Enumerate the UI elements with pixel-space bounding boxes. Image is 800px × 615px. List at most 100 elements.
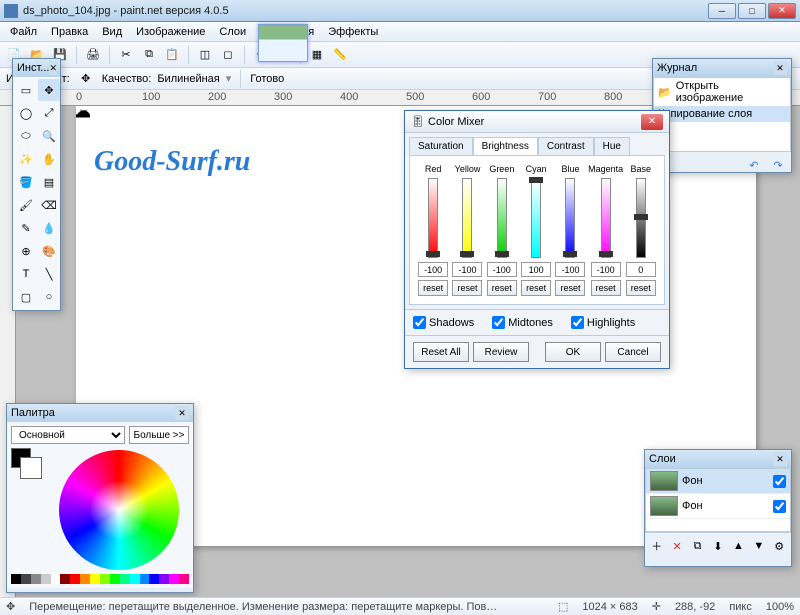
- zoom-tool[interactable]: 🔍: [38, 125, 60, 147]
- palette-panel[interactable]: Палитра✕ Основной Больше >>: [6, 403, 194, 593]
- slider-reset-button[interactable]: reset: [452, 280, 482, 296]
- text-tool[interactable]: T: [15, 263, 37, 285]
- image-thumbnail[interactable]: [258, 24, 308, 62]
- history-undo-icon[interactable]: ↶: [744, 155, 764, 175]
- slider-value-input[interactable]: [452, 262, 482, 277]
- lasso-tool[interactable]: ◯: [15, 102, 37, 124]
- maximize-button[interactable]: □: [738, 3, 766, 19]
- color-mode-select[interactable]: Основной: [11, 426, 125, 444]
- tab-contrast[interactable]: Contrast: [538, 137, 594, 155]
- picker-tool[interactable]: 💧: [38, 217, 60, 239]
- ellipse-tool[interactable]: ○: [38, 286, 60, 308]
- cut-button[interactable]: ✂: [116, 45, 136, 65]
- grid-button[interactable]: ▦: [307, 45, 327, 65]
- history-close-icon[interactable]: ✕: [773, 61, 787, 75]
- menu-view[interactable]: Вид: [96, 24, 128, 40]
- eraser-tool[interactable]: ⌫: [38, 194, 60, 216]
- ellipse-select-tool[interactable]: ⬭: [15, 125, 37, 147]
- slider-value-input[interactable]: [487, 262, 517, 277]
- slider-value-input[interactable]: [418, 262, 448, 277]
- add-layer-icon[interactable]: ＋: [648, 536, 665, 556]
- minimize-button[interactable]: ─: [708, 3, 736, 19]
- palette-more-button[interactable]: Больше >>: [129, 426, 189, 444]
- recolor-tool[interactable]: 🎨: [38, 240, 60, 262]
- slider-reset-button[interactable]: reset: [418, 280, 448, 296]
- slider-reset-button[interactable]: reset: [626, 280, 656, 296]
- menu-layers[interactable]: Слои: [213, 24, 252, 40]
- status-zoom[interactable]: 100%: [766, 601, 794, 613]
- slider-value-input[interactable]: [555, 262, 585, 277]
- cancel-button[interactable]: Cancel: [605, 342, 661, 362]
- color-wheel[interactable]: [59, 450, 179, 570]
- tools-panel[interactable]: Инст...✕ ▭ ✥ ◯ ⤢ ⬭ 🔍 ✨ ✋ 🪣 ▤ 🖌 ⌫ ✎ 💧 ⊕ 🎨…: [12, 58, 61, 311]
- slider-green[interactable]: Green reset: [487, 164, 517, 296]
- history-item[interactable]: 📂Открыть изображение: [654, 78, 790, 106]
- ruler-button[interactable]: 📏: [330, 45, 350, 65]
- pencil-tool[interactable]: ✎: [15, 217, 37, 239]
- color-mixer-dialog[interactable]: 🎚 Color Mixer✕ Saturation Brightness Con…: [404, 110, 670, 369]
- slider-reset-button[interactable]: reset: [555, 280, 585, 296]
- ok-button[interactable]: OK: [545, 342, 601, 362]
- slider-blue[interactable]: Blue reset: [555, 164, 585, 296]
- rect-select-tool[interactable]: ▭: [15, 79, 37, 101]
- gradient-tool[interactable]: ▤: [38, 171, 60, 193]
- line-tool[interactable]: ╲: [38, 263, 60, 285]
- layer-visible-checkbox[interactable]: [773, 500, 786, 513]
- midtones-checkbox[interactable]: Midtones: [492, 316, 553, 329]
- primary-color-swatch[interactable]: [11, 448, 31, 468]
- slider-base[interactable]: Base reset: [626, 164, 656, 296]
- slider-red[interactable]: Red reset: [418, 164, 448, 296]
- status-unit[interactable]: пикс: [729, 601, 752, 613]
- slider-magenta[interactable]: Magenta reset: [590, 164, 622, 296]
- shadows-checkbox[interactable]: Shadows: [413, 316, 474, 329]
- pan-tool[interactable]: ✋: [38, 148, 60, 170]
- clone-tool[interactable]: ⊕: [15, 240, 37, 262]
- slider-yellow[interactable]: Yellow reset: [452, 164, 482, 296]
- slider-value-input[interactable]: [521, 262, 551, 277]
- tab-brightness[interactable]: Brightness: [473, 137, 538, 155]
- layer-down-icon[interactable]: ▼: [750, 536, 767, 556]
- crop-button[interactable]: ◫: [195, 45, 215, 65]
- slider-reset-button[interactable]: reset: [487, 280, 517, 296]
- slider-reset-button[interactable]: reset: [591, 280, 621, 296]
- review-button[interactable]: Review: [473, 342, 529, 362]
- mixer-close-button[interactable]: ✕: [641, 114, 663, 130]
- tools-close-icon[interactable]: ✕: [49, 61, 57, 75]
- paste-button[interactable]: 📋: [162, 45, 182, 65]
- brush-tool[interactable]: 🖌: [15, 194, 37, 216]
- layer-up-icon[interactable]: ▲: [730, 536, 747, 556]
- magic-wand-tool[interactable]: ✨: [15, 148, 37, 170]
- quality-value[interactable]: Билинейная: [157, 73, 219, 85]
- menu-edit[interactable]: Правка: [45, 24, 94, 40]
- delete-layer-icon[interactable]: ✕: [668, 536, 685, 556]
- history-redo-icon[interactable]: ↷: [768, 155, 788, 175]
- swatch-row[interactable]: [11, 574, 189, 584]
- duplicate-layer-icon[interactable]: ⧉: [689, 536, 706, 556]
- highlights-checkbox[interactable]: Highlights: [571, 316, 635, 329]
- fill-tool[interactable]: 🪣: [15, 171, 37, 193]
- merge-layer-icon[interactable]: ⬇: [709, 536, 726, 556]
- slider-cyan[interactable]: Cyan reset: [521, 164, 551, 296]
- history-item[interactable]: Копирование слоя: [654, 106, 790, 122]
- layers-panel[interactable]: Слои✕ Фон Фон ＋ ✕ ⧉ ⬇ ▲ ▼ ⚙: [644, 449, 792, 567]
- layer-row[interactable]: Фон: [646, 469, 790, 494]
- layer-props-icon[interactable]: ⚙: [771, 536, 788, 556]
- current-tool-icon[interactable]: ✥: [76, 69, 96, 89]
- move-selection-tool[interactable]: ⤢: [38, 102, 60, 124]
- slider-value-input[interactable]: [626, 262, 656, 277]
- tab-saturation[interactable]: Saturation: [409, 137, 473, 155]
- rect-tool[interactable]: ▢: [15, 286, 37, 308]
- copy-button[interactable]: ⧉: [139, 45, 159, 65]
- reset-all-button[interactable]: Reset All: [413, 342, 469, 362]
- layer-visible-checkbox[interactable]: [773, 475, 786, 488]
- slider-reset-button[interactable]: reset: [521, 280, 551, 296]
- layers-close-icon[interactable]: ✕: [773, 452, 787, 466]
- tab-hue[interactable]: Hue: [594, 137, 630, 155]
- layer-row[interactable]: Фон: [646, 494, 790, 519]
- print-button[interactable]: 🖨: [83, 45, 103, 65]
- menu-effects[interactable]: Эффекты: [322, 24, 384, 40]
- history-panel[interactable]: Журнал✕ 📂Открыть изображение Копирование…: [652, 58, 792, 173]
- close-button[interactable]: ✕: [768, 3, 796, 19]
- slider-value-input[interactable]: [591, 262, 621, 277]
- deselect-button[interactable]: ◻: [218, 45, 238, 65]
